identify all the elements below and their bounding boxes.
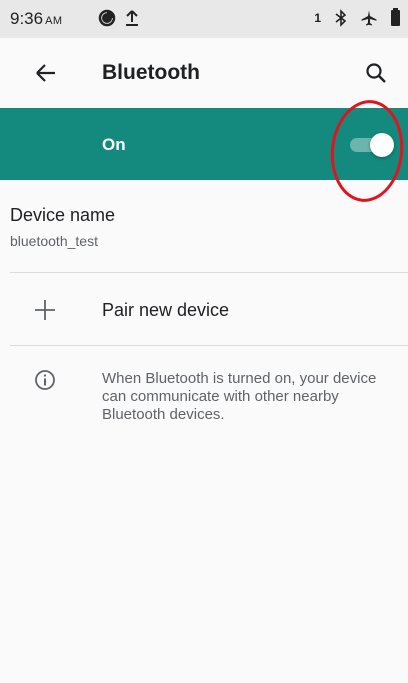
pair-new-device-label: Pair new device [102, 300, 230, 320]
info-icon [35, 370, 55, 390]
bluetooth-switch[interactable] [348, 133, 396, 157]
device-name-title: Device name [10, 205, 116, 225]
switch-thumb [370, 133, 394, 157]
arrow-back-icon [36, 64, 55, 82]
bluetooth-toggle-bar[interactable]: On [0, 108, 408, 180]
airplane-icon [361, 10, 377, 26]
status-time: 9:36 AM [10, 9, 63, 29]
bluetooth-icon [335, 9, 347, 27]
status-time-ampm: AM [45, 15, 63, 27]
info-text: When Bluetooth is turned on, your device… [102, 370, 377, 423]
status-notification-icons [98, 9, 140, 27]
upload-icon [126, 10, 138, 26]
page-title: Bluetooth [102, 61, 200, 84]
status-bar: 9:36 AM 1 [0, 0, 408, 38]
divider [10, 345, 408, 346]
status-time-value: 9:36 [10, 9, 44, 28]
toggle-label: On [102, 135, 126, 154]
battery-icon [391, 8, 400, 26]
pair-new-device-row[interactable]: Pair new device [0, 273, 408, 345]
search-button[interactable] [362, 59, 390, 87]
data-saver-icon [98, 9, 116, 27]
status-system-icons: 1 [314, 8, 400, 27]
sim-slot-label: 1 [314, 11, 321, 25]
plus-icon [35, 300, 55, 320]
search-icon [366, 63, 386, 83]
device-name-value: bluetooth_test [10, 233, 98, 249]
device-name-row[interactable]: Device name bluetooth_test [0, 180, 408, 272]
back-button[interactable] [32, 59, 60, 87]
app-bar: Bluetooth [0, 38, 408, 108]
